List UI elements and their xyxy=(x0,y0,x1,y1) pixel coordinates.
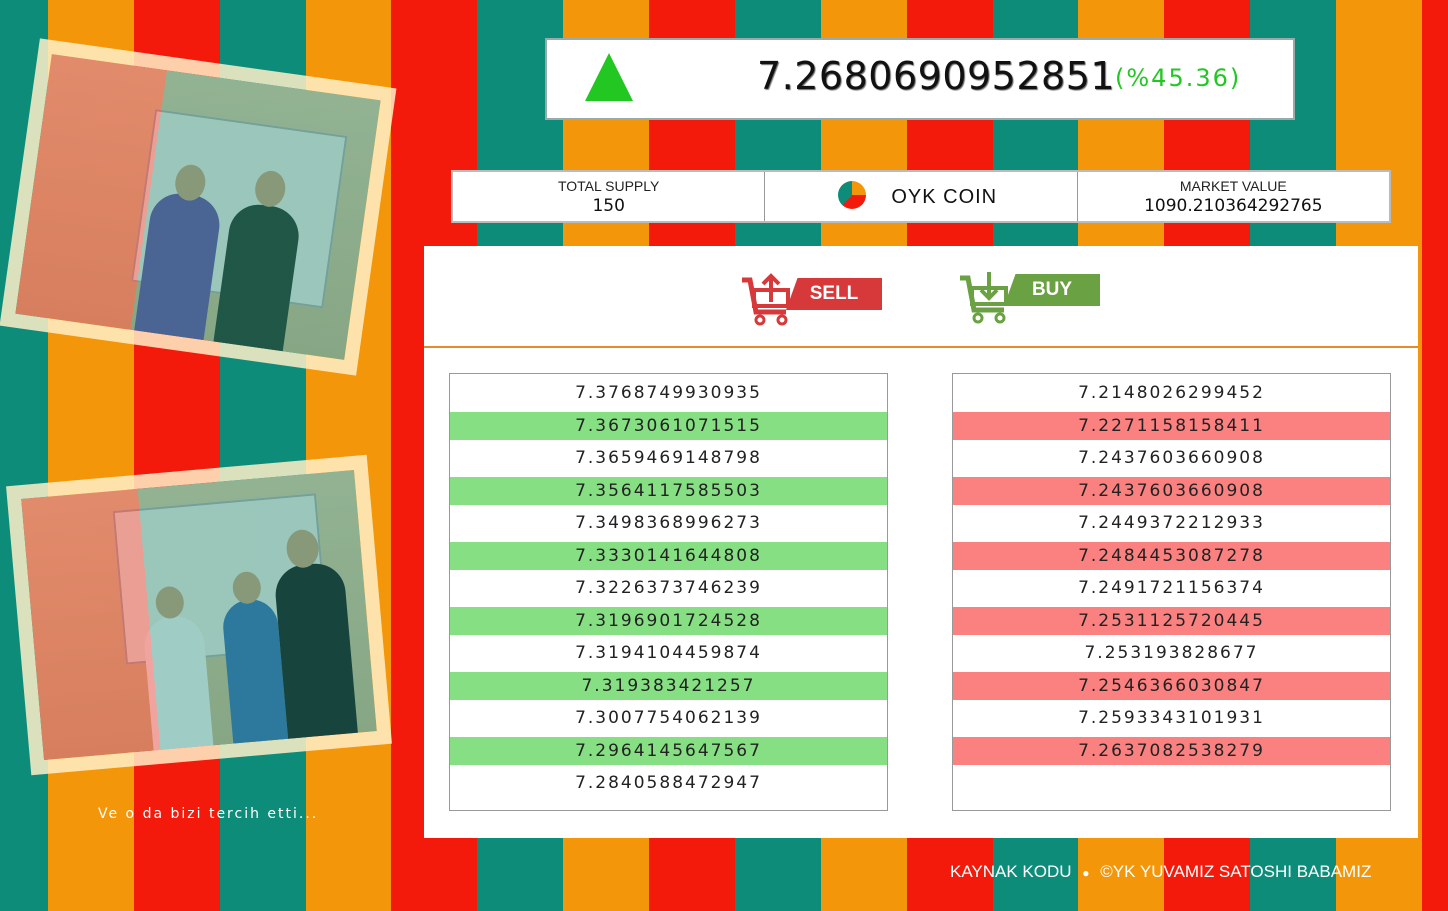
coin-stats-bar: TOTAL SUPPLY 150 OYK COIN MARKET VALUE 1… xyxy=(451,170,1391,223)
price-change-percent: (%45.36) xyxy=(1115,64,1242,92)
order-row: 7.2484453087278 xyxy=(953,541,1390,570)
copyright-text: ©YK YUVAMIZ SATOSHI BABAMIZ xyxy=(1100,862,1372,881)
order-row: 7.3007754062139 xyxy=(575,708,762,728)
footer-separator: ● xyxy=(1082,866,1090,880)
order-row: 7.3673061071515 xyxy=(450,411,887,440)
order-book-panel: SELL BUY 7.3768749930935 7.3673061071515 7… xyxy=(424,246,1418,838)
sell-button[interactable]: SELL xyxy=(740,272,886,330)
order-row: 7.2148026299452 xyxy=(1078,383,1265,403)
order-row: 7.3330141644808 xyxy=(450,541,887,570)
order-row: 7.2271158158411 xyxy=(953,411,1390,440)
buy-orders-list[interactable]: 7.2148026299452 7.2271158158411 7.24376036… xyxy=(952,373,1391,811)
market-value: MARKET VALUE 1090.210364292765 xyxy=(1078,172,1389,221)
order-row: 7.2637082538279 xyxy=(953,736,1390,765)
handshake-photo-1 xyxy=(0,38,397,376)
order-row: 7.2964145647567 xyxy=(450,736,887,765)
coin-identity: OYK COIN xyxy=(765,172,1078,221)
order-row: 7.2546366030847 xyxy=(953,671,1390,700)
order-row: 7.319383421257 xyxy=(450,671,887,700)
total-supply: TOTAL SUPPLY 150 xyxy=(453,172,766,221)
order-row: 7.3564117585503 xyxy=(450,476,887,505)
order-row: 7.3659469148798 xyxy=(575,448,762,468)
buy-button[interactable]: BUY xyxy=(958,270,1104,328)
order-row: 7.2437603660908 xyxy=(1078,448,1265,468)
order-row: 7.2491721156374 xyxy=(1078,578,1265,598)
photo-caption: Ve o da bizi tercih etti... xyxy=(98,806,319,822)
up-arrow-icon xyxy=(585,53,633,101)
trade-actions-bar: SELL BUY xyxy=(424,246,1418,348)
total-supply-label: TOTAL SUPPLY xyxy=(557,178,660,194)
cart-upload-icon xyxy=(742,273,790,326)
coin-name: OYK COIN xyxy=(891,186,998,208)
order-row: 7.3226373746239 xyxy=(575,578,762,598)
market-value-label: MARKET VALUE xyxy=(1179,178,1287,194)
order-row: 7.3196901724528 xyxy=(450,606,887,635)
current-price: 7.2680690952851 xyxy=(757,54,1116,98)
handshake-photo-2 xyxy=(6,454,392,776)
footer: KAYNAK KODU ● ©YK YUVAMIZ SATOSHI BABAMI… xyxy=(950,862,1377,882)
order-row: 7.3768749930935 xyxy=(575,383,762,403)
order-row: 7.3194104459874 xyxy=(575,643,762,663)
order-row: 7.2437603660908 xyxy=(953,476,1390,505)
order-row: 7.3498368996273 xyxy=(575,513,762,533)
order-row: 7.2593343101931 xyxy=(1078,708,1265,728)
order-row: 7.2449372212933 xyxy=(1078,513,1265,533)
source-code-link[interactable]: KAYNAK KODU xyxy=(950,862,1072,881)
order-row: 7.2840588472947 xyxy=(575,773,762,793)
price-ticker: 7.2680690952851 (%45.36) xyxy=(545,38,1295,120)
order-row: 7.2531125720445 xyxy=(953,606,1390,635)
sell-label: SELL xyxy=(786,278,882,310)
market-value-amount: 1090.210364292765 xyxy=(1144,196,1323,216)
coin-logo-icon xyxy=(838,181,867,209)
buy-label: BUY xyxy=(1004,274,1100,306)
order-row: 7.253193828677 xyxy=(1084,643,1259,663)
cart-download-icon xyxy=(960,272,1008,324)
sell-orders-list[interactable]: 7.3768749930935 7.3673061071515 7.36594691… xyxy=(449,373,888,811)
total-supply-value: 150 xyxy=(592,196,625,216)
